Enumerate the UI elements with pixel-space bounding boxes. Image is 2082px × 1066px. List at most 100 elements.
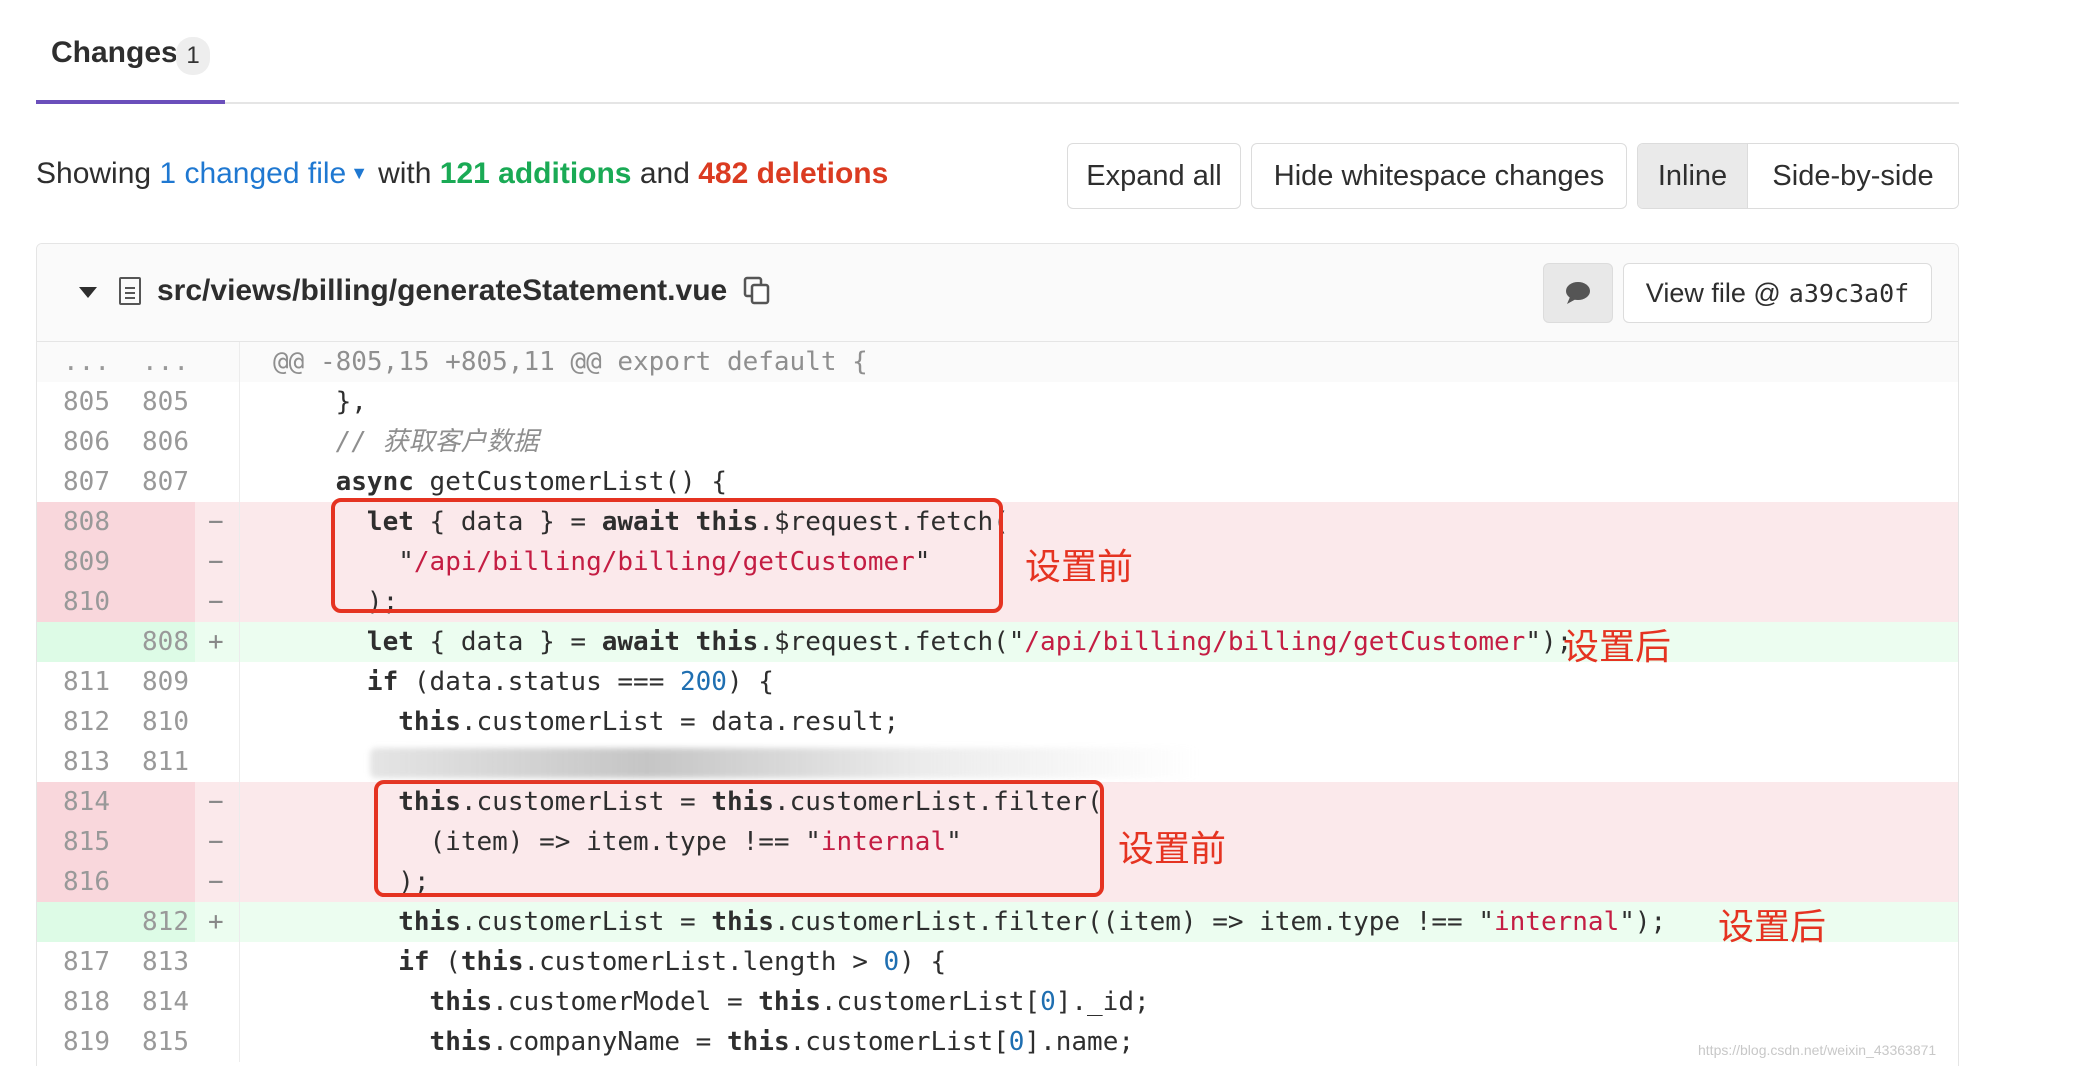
old-line-number[interactable]: 817 xyxy=(37,942,116,982)
new-line-number[interactable]: 811 xyxy=(116,742,195,782)
code-text: @@ -805,15 +805,11 @@ export default { xyxy=(273,347,868,377)
annotation-before-1: 设置前 xyxy=(1025,547,1134,588)
gutter-divider xyxy=(239,1022,240,1062)
old-line-number[interactable]: ... xyxy=(37,342,116,382)
diff-marker: + xyxy=(208,627,224,657)
gutter-divider xyxy=(239,622,240,662)
toggle-comments-button[interactable] xyxy=(1543,263,1613,323)
view-file-button[interactable]: View file @ a39c3a0f xyxy=(1623,263,1932,323)
old-line-number[interactable]: 818 xyxy=(37,982,116,1022)
old-line-number[interactable]: 807 xyxy=(37,462,116,502)
new-line-number[interactable]: 815 xyxy=(116,1022,195,1062)
diff-line-context: 819 815 this.companyName = this.customerL… xyxy=(37,1022,1958,1062)
diff-file-header: src/views/billing/generateStatement.vue … xyxy=(37,244,1958,342)
new-line-number[interactable]: 814 xyxy=(116,982,195,1022)
new-line-number[interactable] xyxy=(116,582,195,622)
tab-changes[interactable]: Changes 1 xyxy=(36,0,225,104)
code-text: this.customerList = this.customerList.fi… xyxy=(398,907,1667,937)
diff-line-context: 817 813 if (this.customerList.length > 0)… xyxy=(37,942,1958,982)
new-line-number[interactable] xyxy=(116,782,195,822)
old-line-number[interactable]: 813 xyxy=(37,742,116,782)
old-line-number[interactable]: 805 xyxy=(37,382,116,422)
diff-line-context: 812 810 this.customerList = data.result; xyxy=(37,702,1958,742)
gutter-divider xyxy=(239,902,240,942)
new-line-number[interactable]: 806 xyxy=(116,422,195,462)
gutter-divider xyxy=(239,822,240,862)
old-line-number[interactable]: 816 xyxy=(37,862,116,902)
chevron-down-icon[interactable] xyxy=(79,287,97,298)
old-line-number[interactable]: 815 xyxy=(37,822,116,862)
hide-whitespace-button[interactable]: Hide whitespace changes xyxy=(1251,143,1627,209)
new-line-number[interactable] xyxy=(116,502,195,542)
annotation-before-2: 设置前 xyxy=(1118,829,1227,870)
deletions-count: 482 deletions xyxy=(698,157,889,190)
diff-summary: Showing 1 changed file ▼ with 121 addition… xyxy=(36,157,888,191)
annotation-box-before-1 xyxy=(331,498,1003,613)
new-line-number[interactable] xyxy=(116,822,195,862)
diff-hunk-header: ...... @@ -805,15 +805,11 @@ export defau… xyxy=(37,342,1958,382)
old-line-number[interactable]: 809 xyxy=(37,542,116,582)
gutter-divider xyxy=(239,462,240,502)
gutter-divider xyxy=(239,742,240,782)
code-text: if (this.customerList.length > 0) { xyxy=(398,947,947,977)
old-line-number[interactable]: 819 xyxy=(37,1022,116,1062)
gutter-divider xyxy=(239,942,240,982)
chevron-down-icon[interactable]: ▼ xyxy=(350,163,368,184)
code-text: let { data } = await this.$request.fetch… xyxy=(366,627,1573,657)
summary-showing-text: Showing xyxy=(36,157,152,190)
side-by-side-view-button[interactable]: Side-by-side xyxy=(1748,144,1958,208)
diff-line-context: 807 807 async getCustomerList() { xyxy=(37,462,1958,502)
summary-with-text: with xyxy=(378,157,432,190)
old-line-number[interactable] xyxy=(37,622,116,662)
new-line-number[interactable] xyxy=(116,542,195,582)
annotation-after-1: 设置后 xyxy=(1563,627,1672,668)
code-text: // 获取客户数据 xyxy=(273,427,539,457)
new-line-number[interactable]: 805 xyxy=(116,382,195,422)
diff-marker: − xyxy=(208,787,224,817)
gutter-divider xyxy=(239,582,240,622)
diff-marker: + xyxy=(208,907,224,937)
diff-line-context: 818 814 this.customerModel = this.custome… xyxy=(37,982,1958,1022)
new-line-number[interactable]: 808 xyxy=(116,622,195,662)
copy-icon[interactable] xyxy=(743,276,771,306)
old-line-number[interactable]: 808 xyxy=(37,502,116,542)
file-path[interactable]: src/views/billing/generateStatement.vue xyxy=(157,274,727,308)
tab-changes-count-badge: 1 xyxy=(176,37,210,75)
new-line-number[interactable]: 812 xyxy=(116,902,195,942)
expand-all-button[interactable]: Expand all xyxy=(1067,143,1241,209)
code-text: this.companyName = this.customerList[0].… xyxy=(429,1027,1134,1057)
additions-count: 121 additions xyxy=(439,157,632,190)
gutter-divider xyxy=(239,342,240,382)
inline-view-button[interactable]: Inline xyxy=(1638,144,1748,208)
code-text: this.customerList = data.result; xyxy=(398,707,900,737)
new-line-number[interactable]: 809 xyxy=(116,662,195,702)
diff-marker: − xyxy=(208,827,224,857)
gutter-divider xyxy=(239,422,240,462)
gutter-divider xyxy=(239,502,240,542)
code-text: }, xyxy=(273,387,367,417)
changed-files-dropdown[interactable]: 1 changed file xyxy=(159,157,346,190)
new-line-number[interactable]: 807 xyxy=(116,462,195,502)
code-text: async getCustomerList() { xyxy=(335,467,727,497)
old-line-number[interactable]: 812 xyxy=(37,702,116,742)
code-text: if (data.status === 200) { xyxy=(366,667,774,697)
old-line-number[interactable]: 814 xyxy=(37,782,116,822)
old-line-number[interactable]: 806 xyxy=(37,422,116,462)
new-line-number[interactable]: 813 xyxy=(116,942,195,982)
watermark: https://blog.csdn.net/weixin_43363871 xyxy=(1698,1042,1937,1058)
gutter-divider xyxy=(239,702,240,742)
gutter-divider xyxy=(239,382,240,422)
diff-line-context: 806 806 // 获取客户数据 xyxy=(37,422,1958,462)
old-line-number[interactable]: 810 xyxy=(37,582,116,622)
new-line-number[interactable]: 810 xyxy=(116,702,195,742)
new-line-number[interactable] xyxy=(116,862,195,902)
old-line-number[interactable]: 811 xyxy=(37,662,116,702)
code-text: this.customerModel = this.customerList[0… xyxy=(429,987,1150,1017)
old-line-number[interactable] xyxy=(37,902,116,942)
gutter-divider xyxy=(239,982,240,1022)
gutter-divider xyxy=(239,662,240,702)
gutter-divider xyxy=(239,782,240,822)
new-line-number[interactable]: ... xyxy=(116,342,195,382)
diff-line-added: 812 + this.customerList = this.customerLi… xyxy=(37,902,1958,942)
view-mode-toggle: Inline Side-by-side xyxy=(1637,143,1959,209)
